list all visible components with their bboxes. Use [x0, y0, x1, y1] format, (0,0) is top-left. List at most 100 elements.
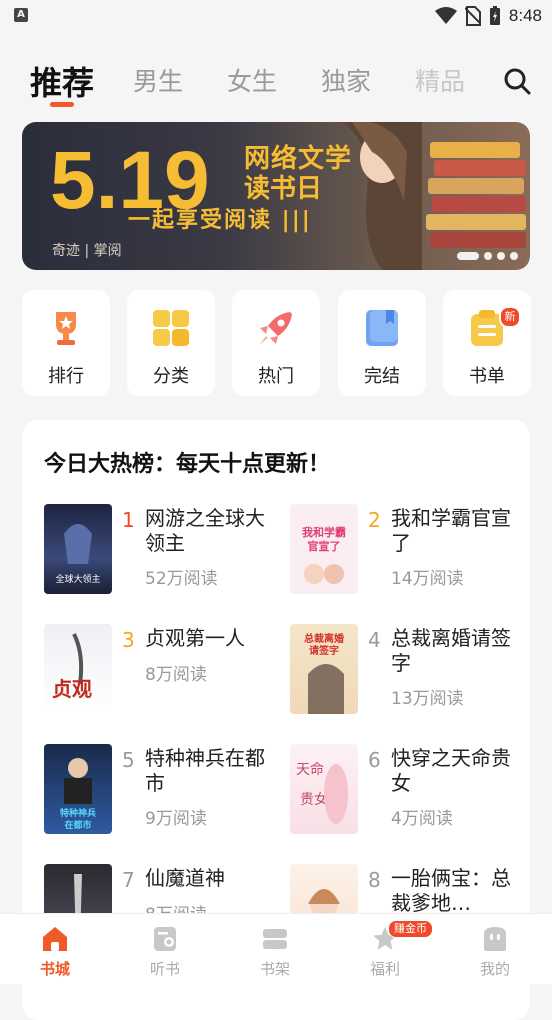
rank-number: 3 — [122, 628, 135, 652]
rank-number: 5 — [122, 748, 135, 772]
cover-art: 天命贵女 — [296, 761, 348, 824]
home-icon — [43, 927, 67, 951]
tab-female[interactable]: 女生 — [227, 62, 277, 98]
quick-entry-label: 完结 — [364, 366, 400, 387]
cover-art: 全球大领主 — [55, 524, 101, 585]
book-title: 仙魔道神 — [145, 866, 225, 890]
cover-art: 贞观 — [52, 633, 92, 701]
svg-text:特种神兵: 特种神兵 — [60, 807, 96, 819]
book-cover: 全球大领主 — [44, 504, 112, 594]
pagination-dot[interactable] — [497, 252, 505, 260]
book-cover: 天命贵女 — [290, 744, 358, 834]
read-count: 13万阅读 — [391, 689, 464, 709]
svg-text:天命: 天命 — [296, 761, 324, 778]
cover-art: 我和学霸官宣了 — [302, 525, 346, 584]
cover-art: 总裁离婚请签字 — [304, 632, 344, 714]
status-icons: 8:48 — [434, 4, 542, 28]
rocket-icon — [260, 312, 292, 344]
book-item[interactable]: 天命贵女 6 快穿之天命贵女 4万阅读 — [290, 744, 520, 844]
pagination-dot[interactable] — [510, 252, 518, 260]
tab-exclusive[interactable]: 独家 — [321, 62, 371, 98]
quick-entry-hot[interactable]: 热门 — [232, 290, 320, 396]
banner-logo: 奇迹 | 掌阅 — [52, 243, 122, 259]
book-item[interactable]: 特种神兵 在都市 5 特种神兵在都市 9万阅读 — [44, 744, 274, 844]
read-count: 4万阅读 — [391, 809, 453, 829]
book-title: 特种神兵在都市 — [145, 746, 265, 795]
svg-text:请签字: 请签字 — [309, 644, 339, 657]
tab-male[interactable]: 男生 — [133, 62, 183, 98]
rank-number: 1 — [122, 508, 135, 532]
quick-entry-ranking[interactable]: 排行 — [22, 290, 110, 396]
rank-number: 4 — [368, 628, 381, 652]
bookmark-book-icon — [366, 310, 398, 346]
hot-list-title: 今日大热榜：每天十点更新！ — [44, 452, 331, 477]
quick-entry-label: 书单 — [469, 366, 505, 387]
quick-entry-label: 分类 — [153, 366, 189, 387]
pagination-dot[interactable] — [484, 252, 492, 260]
category-tabs: 推荐 男生 女生 独家 精品 — [0, 56, 552, 116]
svg-text:全球大领主: 全球大领主 — [55, 573, 100, 585]
banner-title-line2: 读书日 — [244, 174, 323, 204]
earn-coins-badge: 赚金币 — [388, 920, 433, 938]
status-bar: A 8:48 — [0, 0, 552, 32]
nav-audiobook[interactable]: 听书 — [110, 914, 220, 984]
book-cover: 特种神兵 在都市 — [44, 744, 112, 834]
nav-label: 书架 — [259, 960, 290, 978]
pagination-dot[interactable] — [457, 252, 479, 260]
nav-label: 书城 — [39, 960, 70, 978]
search-icon[interactable] — [502, 66, 532, 96]
svg-text:在都市: 在都市 — [64, 819, 91, 831]
rank-number: 7 — [122, 868, 135, 892]
book-cover: 总裁离婚 请签字 — [290, 624, 358, 714]
banner-pagination — [457, 252, 518, 260]
nav-label: 福利 — [369, 960, 400, 978]
category-grid-icon — [153, 310, 189, 346]
new-badge: 新 — [499, 306, 521, 328]
active-tab-indicator — [50, 102, 74, 107]
rank-number: 6 — [368, 748, 381, 772]
bottom-navigation: 书城 听书 书架 赚金币 福利 我的 — [0, 913, 552, 984]
read-count: 9万阅读 — [145, 809, 207, 829]
promo-banner[interactable]: 5.19 网络文学 读书日 一起享受阅读 ||| 奇迹 | 掌阅 — [22, 122, 530, 270]
quick-entry-category[interactable]: 分类 — [127, 290, 215, 396]
book-item[interactable]: 我和学霸 官宣了 2 我和学霸官宣了 14万阅读 — [290, 504, 520, 604]
svg-text:总裁离婚: 总裁离婚 — [304, 632, 344, 645]
read-count: 52万阅读 — [145, 569, 218, 589]
banner-slogan: 一起享受阅读 ||| — [128, 208, 312, 233]
book-item[interactable]: 贞观 3 贞观第一人 8万阅读 — [44, 624, 274, 724]
book-title: 贞观第一人 — [145, 626, 245, 650]
svg-text:官宣了: 官宣了 — [308, 539, 341, 553]
tab-recommend[interactable]: 推荐 — [30, 58, 94, 104]
book-title: 一胎俩宝：总裁爹地… — [391, 866, 511, 915]
nav-label: 我的 — [479, 960, 510, 978]
svg-text:贵女: 贵女 — [300, 791, 328, 808]
girl-illustration — [342, 122, 422, 270]
wifi-icon — [434, 7, 457, 24]
book-title: 总裁离婚请签字 — [391, 626, 511, 675]
book-title: 我和学霸官宣了 — [391, 506, 511, 555]
book-cover: 贞观 — [44, 624, 112, 714]
read-count: 14万阅读 — [391, 569, 464, 589]
book-item[interactable]: 总裁离婚 请签字 4 总裁离婚请签字 13万阅读 — [290, 624, 520, 724]
book-item[interactable]: 全球大领主 1 网游之全球大领主 52万阅读 — [44, 504, 274, 604]
book-title: 网游之全球大领主 — [145, 506, 265, 555]
quick-entry-booklist[interactable]: 新 书单 — [443, 290, 531, 396]
clock: 8:48 — [508, 6, 542, 25]
book-cover: 我和学霸 官宣了 — [290, 504, 358, 594]
read-count: 8万阅读 — [145, 665, 207, 685]
nav-rewards[interactable]: 赚金币 福利 — [330, 914, 440, 984]
quick-entry-label: 热门 — [258, 366, 294, 387]
book-title: 快穿之天命贵女 — [391, 746, 511, 795]
notification-a-icon: A — [14, 8, 28, 22]
tab-premium[interactable]: 精品 — [415, 62, 465, 98]
nav-bookshelf[interactable]: 书架 — [220, 914, 330, 984]
stacked-books-illustration — [426, 142, 526, 248]
nav-bookstore[interactable]: 书城 — [0, 914, 110, 984]
profile-icon — [484, 927, 506, 951]
quick-entry-completed[interactable]: 完结 — [338, 290, 426, 396]
nav-profile[interactable]: 我的 — [440, 914, 550, 984]
quick-entry-label: 排行 — [48, 366, 84, 387]
bookshelf-icon — [263, 929, 287, 949]
nav-label: 听书 — [149, 960, 180, 978]
cover-art: 特种神兵在都市 — [60, 758, 96, 831]
